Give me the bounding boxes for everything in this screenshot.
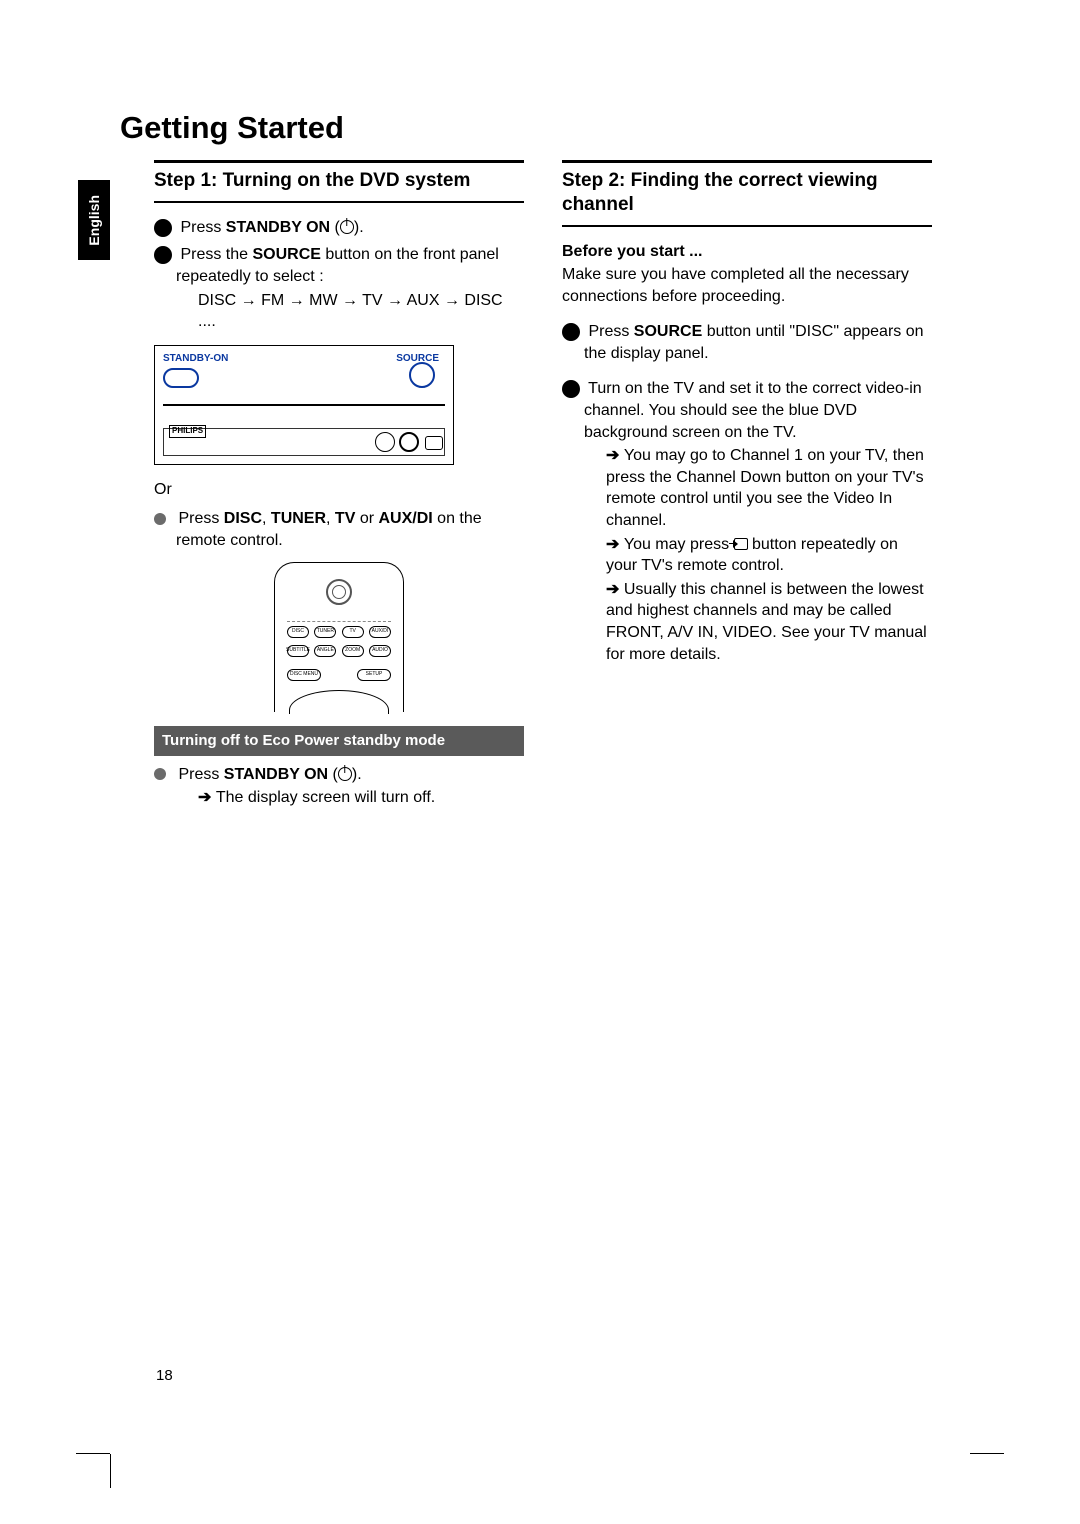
bullet-1-icon: 1 [562,323,580,341]
remote-btn: SETUP [357,669,391,681]
text: The display screen will turn off. [216,789,435,806]
text-bold: TUNER [271,510,326,527]
page-number: 18 [156,1367,173,1384]
step2-tip2: ➔ You may press button repeatedly on you… [562,534,932,577]
text-bold: AUX/DI [379,510,433,527]
remote-btn: SUBTITLE [287,645,309,657]
arrow-icon: ➔ [606,581,624,598]
left-column: Step 1: Turning on the DVD system 1 Pres… [154,160,524,815]
remote-btn: ZOOM [342,645,364,657]
bullet-dot-icon [154,513,166,525]
text-bold: DISC [224,510,262,527]
source-sequence: DISC → FM → MW → TV → AUX → DISC .... [154,290,524,333]
remote-btn: ANGLE [314,645,336,657]
standby-highlight-icon [163,368,199,388]
bullet-2-icon: 2 [562,380,580,398]
step1-heading: Step 1: Turning on the DVD system [154,160,524,203]
remote-control-diagram: DISC TUNER TV AUX/DI SUBTITLE ANGLE ZOOM… [274,562,404,712]
power-icon [338,767,352,781]
text: Press [180,219,225,236]
before-label: Before you start ... [562,241,932,263]
dvd-front-panel-diagram: STANDBY-ON SOURCE PHILIPS [154,345,454,465]
page-title: Getting Started [120,110,990,146]
text: Press the [180,246,252,263]
bullet-dot-icon [154,768,166,780]
jog-dial-icon [399,432,419,452]
step1-item3: Press DISC, TUNER, TV or AUX/DI on the r… [154,508,524,551]
remote-btn: DISC MENU [287,669,321,681]
knob-icon [375,432,395,452]
text: You may go to Channel 1 on your TV, then… [606,447,924,529]
divider [163,404,445,406]
text: ( [330,219,340,236]
before-you-start: Before you start ... Make sure you have … [562,241,932,308]
text: Press [588,323,633,340]
text: ). [352,766,362,783]
step2-tip3: ➔ Usually this channel is between the lo… [562,579,932,665]
text: or [355,510,378,527]
text: ). [354,219,364,236]
bullet-1-icon: 1 [154,219,172,237]
remote-btn: DISC [287,626,309,638]
eco-standby-heading: Turning off to Eco Power standby mode [154,726,524,756]
step2-item1: 1 Press SOURCE button until "DISC" appea… [562,321,932,364]
text: Press [178,510,223,527]
remote-btn: AUX/DI [369,626,391,638]
brand-label: PHILIPS [169,425,206,438]
arrow-icon: ➔ [606,536,624,553]
or-text: Or [154,479,524,501]
text: , [326,510,335,527]
text: Usually this channel is between the lowe… [606,581,927,663]
text-bold: STANDBY ON [226,219,330,236]
text: Press [178,766,223,783]
text-bold: TV [335,510,355,527]
language-label: English [86,195,102,246]
step1-item1: 1 Press STANDBY ON (). [154,217,524,239]
text-bold: SOURCE [634,323,702,340]
text: Turn on the TV and set it to the correct… [584,380,922,440]
remote-btn: TUNER [314,626,336,638]
text: You may press [624,536,734,553]
language-tab: English [78,180,110,260]
eco-item: Press STANDBY ON (). [154,764,524,786]
standby-label: STANDBY-ON [163,352,228,366]
before-text: Make sure you have completed all the nec… [562,264,932,307]
arrow-icon: ➔ [198,789,216,806]
step2-item2: 2 Turn on the TV and set it to the corre… [562,378,932,443]
tv-input-icon [734,538,748,550]
step2-tip1: ➔ You may go to Channel 1 on your TV, th… [562,445,932,531]
text: , [262,510,271,527]
arrow-icon: ➔ [606,447,624,464]
remote-btn: TV [342,626,364,638]
bullet-2-icon: 2 [154,246,172,264]
text: ( [328,766,338,783]
remote-btn: AUDIO [369,645,391,657]
source-highlight-icon [409,362,435,388]
remote-navpad-icon [289,690,389,714]
right-column: Step 2: Finding the correct viewing chan… [562,160,932,815]
eco-result: ➔ The display screen will turn off. [154,787,524,809]
slot-icon [425,436,443,450]
text-bold: SOURCE [252,246,320,263]
step2-heading: Step 2: Finding the correct viewing chan… [562,160,932,227]
remote-power-icon [326,579,352,605]
step1-item2: 2 Press the SOURCE button on the front p… [154,244,524,287]
text-bold: STANDBY ON [224,766,328,783]
power-icon [340,220,354,234]
